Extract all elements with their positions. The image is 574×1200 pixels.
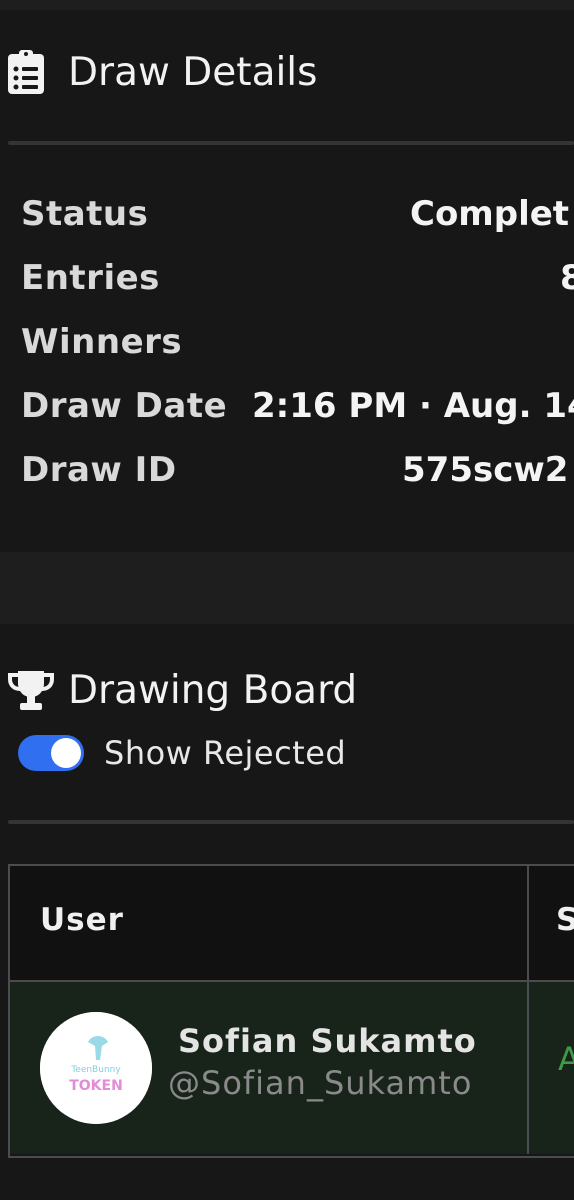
column-header-status[interactable]: S [556,902,574,938]
drawing-board-title: Drawing Board [68,667,358,713]
column-separator [527,866,529,1154]
trophy-icon [8,666,54,714]
detail-row-winners: Winners [21,312,574,372]
detail-value: 2:16 PM · Aug. 14, [252,386,574,426]
draw-details-header: Draw Details [8,48,317,96]
divider [8,141,574,145]
table-row[interactable]: TeenBunny TOKEN Sofian Sukamto @Sofian_S… [10,982,574,1154]
detail-label: Draw Date [21,386,228,426]
drawing-board-header: Drawing Board [8,666,357,714]
status-cell: A [558,1040,574,1078]
user-handle[interactable]: @Sofian_Sukamto [168,1064,472,1102]
detail-row-draw-date: Draw Date 2:16 PM · Aug. 14, [21,376,574,436]
detail-row-entries: Entries 8 [21,248,574,308]
detail-value: 8 [560,258,574,298]
entries-table: User S TeenBunny TOKEN Sofian Sukamto @S… [8,864,574,1158]
drawing-board-card: Drawing Board Show Rejected User S TeenB… [0,624,574,1200]
show-rejected-toggle[interactable] [18,735,84,771]
detail-row-draw-id: Draw ID 575scw2 [21,440,574,500]
detail-label: Status [21,194,149,234]
detail-label: Entries [21,258,160,298]
svg-text:TOKEN: TOKEN [69,1078,123,1094]
clipboard-list-icon [8,48,54,96]
avatar[interactable]: TeenBunny TOKEN [40,1012,152,1124]
detail-row-status: Status Complet [21,184,574,244]
user-name: Sofian Sukamto [178,1022,477,1060]
detail-label: Winners [21,322,183,362]
divider [8,820,574,824]
table-header-row: User S [10,866,574,982]
draw-details-title: Draw Details [68,49,318,95]
show-rejected-toggle-row: Show Rejected [18,734,346,772]
avatar-logo: TeenBunny TOKEN [40,1012,152,1124]
svg-text:TeenBunny: TeenBunny [70,1065,121,1075]
show-rejected-label: Show Rejected [104,734,347,772]
column-header-user[interactable]: User [40,902,124,938]
detail-value: Complet [410,194,570,234]
draw-details-card: Draw Details Status Complet Entries 8 Wi… [0,10,574,552]
detail-label: Draw ID [21,450,177,490]
toggle-knob [51,738,81,768]
detail-value: 575scw2 [402,450,569,490]
